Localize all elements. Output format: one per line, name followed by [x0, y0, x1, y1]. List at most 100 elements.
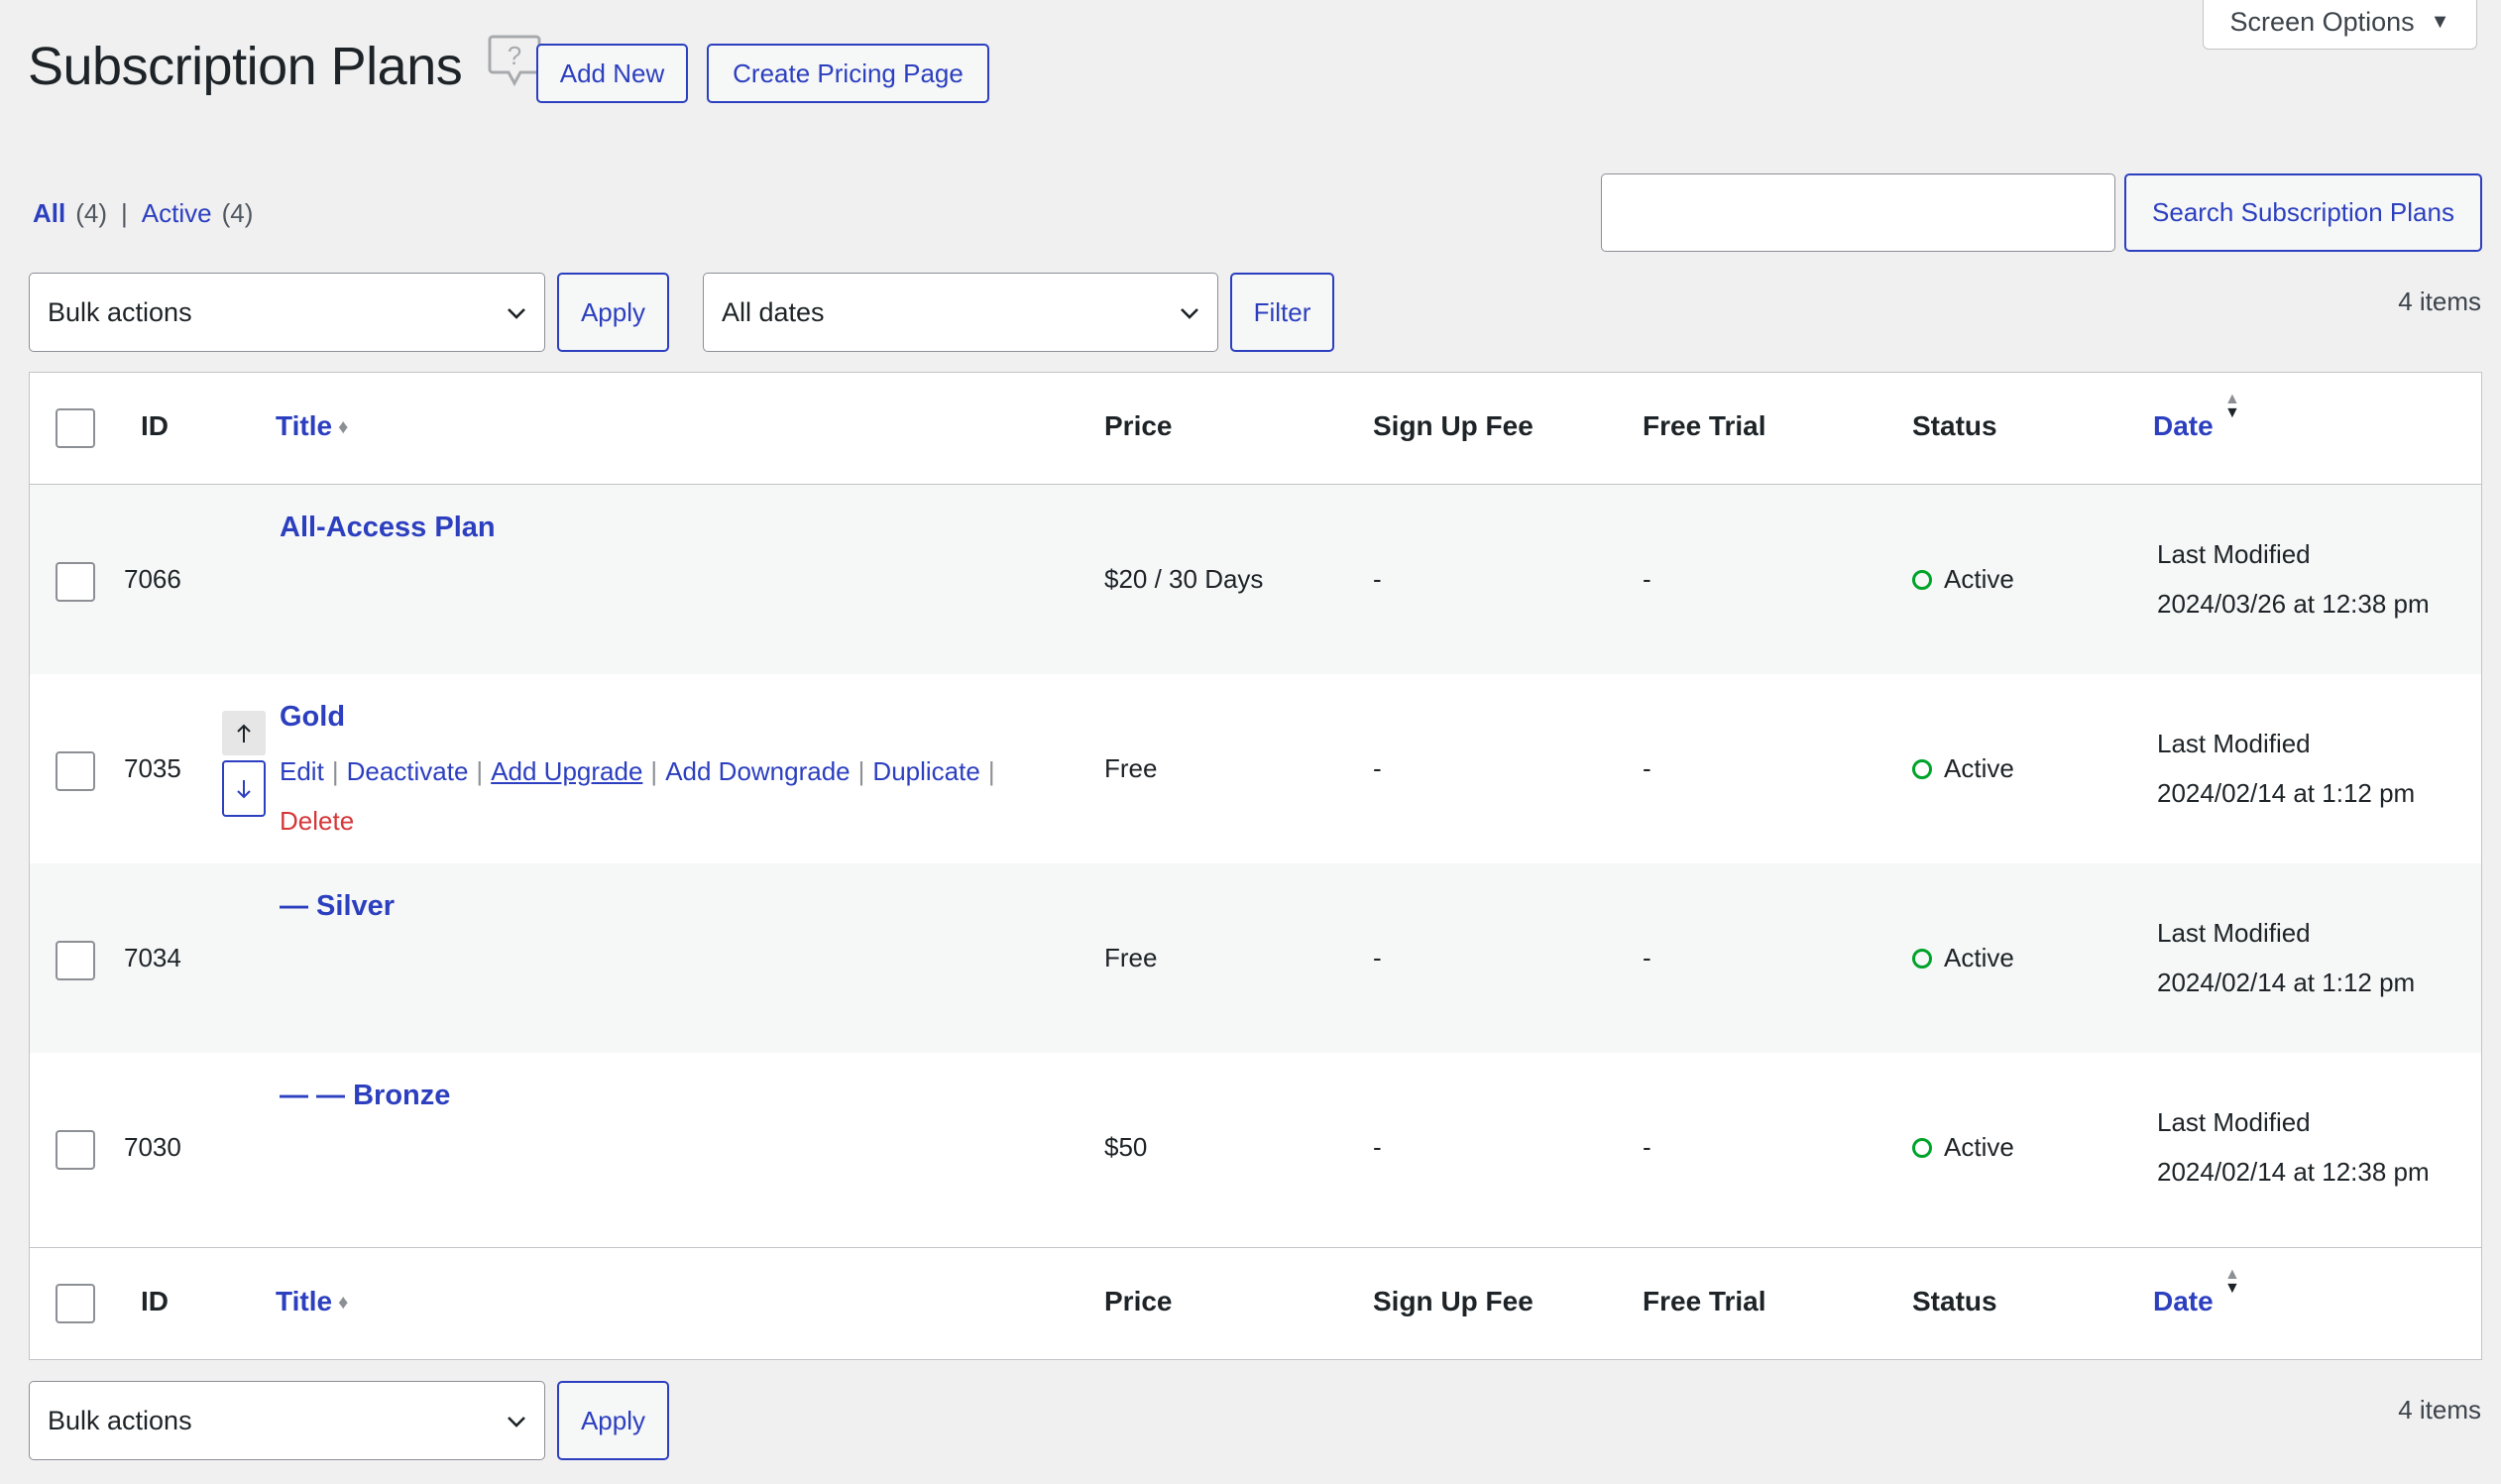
chevron-down-icon [508, 308, 525, 319]
arrow-down-icon [237, 779, 251, 798]
sort-desc-icon: ▲ ▼ [2224, 391, 2240, 421]
bulk-actions-select-bottom[interactable]: Bulk actions [29, 1381, 545, 1460]
column-date-label: Date [2153, 410, 2214, 441]
move-up-button[interactable] [222, 711, 266, 755]
caret-down-icon: ▼ [2430, 11, 2450, 33]
search-input[interactable] [1601, 173, 2115, 252]
plan-price: Free [1104, 753, 1158, 783]
plan-price: $50 [1104, 1132, 1148, 1162]
column-title-sort[interactable]: Title ♦ [276, 1286, 348, 1317]
subscription-plans-table: ID Title ♦ Price Sign Up Fee Free Trial S… [29, 372, 2482, 1360]
svg-text:?: ? [508, 41, 521, 70]
create-pricing-page-button[interactable]: Create Pricing Page [707, 44, 989, 103]
duplicate-link[interactable]: Duplicate [872, 756, 979, 786]
plan-status: Active [1912, 564, 2014, 595]
add-upgrade-link[interactable]: Add Upgrade [491, 756, 642, 786]
plan-status: Active [1912, 1132, 2014, 1163]
plan-price: $20 / 30 Days [1104, 564, 1264, 594]
column-free-trial: Free Trial [1643, 410, 1766, 441]
column-sign-up-fee: Sign Up Fee [1373, 1286, 1534, 1316]
chevron-down-icon [1181, 308, 1198, 319]
action-separator: | [650, 756, 658, 786]
arrow-up-icon [237, 724, 251, 742]
column-id: ID [141, 1286, 169, 1316]
status-text: Active [1944, 943, 2014, 972]
add-downgrade-link[interactable]: Add Downgrade [665, 756, 850, 786]
view-separator: | [121, 198, 128, 228]
table-header: ID Title ♦ Price Sign Up Fee Free Trial S… [30, 373, 2481, 485]
column-date-sort[interactable]: Date [2153, 410, 2214, 442]
plan-sign-up-fee: - [1373, 753, 1382, 783]
row-actions: Edit | Deactivate | Add Upgrade | Add Downgrad… [280, 756, 1003, 787]
column-date-label: Date [2153, 1286, 2214, 1316]
column-price: Price [1104, 410, 1173, 441]
apply-button-top[interactable]: Apply [557, 273, 669, 352]
add-new-button[interactable]: Add New [536, 44, 688, 103]
edit-link[interactable]: Edit [280, 756, 324, 786]
page-header: Subscription Plans ? [28, 34, 541, 97]
status-circle-icon [1912, 758, 1932, 779]
search-subscription-plans-button[interactable]: Search Subscription Plans [2124, 173, 2482, 252]
screen-options-label: Screen Options [2229, 7, 2415, 37]
date-label: Last Modified [2157, 918, 2311, 948]
row-checkbox[interactable] [56, 941, 95, 980]
select-all-checkbox[interactable] [56, 408, 95, 448]
bulk-actions-value: Bulk actions [48, 296, 192, 327]
plan-id: 7034 [124, 943, 181, 972]
column-title-label: Title [276, 410, 333, 441]
select-all-checkbox-footer[interactable] [56, 1284, 95, 1323]
action-separator: | [987, 756, 995, 786]
plan-id: 7030 [124, 1132, 181, 1162]
row-checkbox[interactable] [56, 562, 95, 602]
column-title-sort[interactable]: Title ♦ [276, 410, 348, 442]
apply-button-bottom[interactable]: Apply [557, 1381, 669, 1460]
plan-free-trial: - [1643, 943, 1651, 972]
plan-id: 7066 [124, 564, 181, 594]
view-all-link[interactable]: All [33, 198, 65, 229]
column-id: ID [141, 410, 169, 441]
plan-sign-up-fee: - [1373, 943, 1382, 972]
move-down-button[interactable] [222, 760, 266, 817]
table-footer: ID Title ♦ Price Sign Up Fee Free Trial S… [30, 1247, 2481, 1360]
sort-desc-icon: ▲ ▼ [2224, 1266, 2240, 1297]
plan-title-link[interactable]: Gold [280, 701, 345, 734]
bulk-actions-select-top[interactable]: Bulk actions [29, 273, 545, 352]
help-icon[interactable]: ? [488, 34, 541, 89]
plan-title-link[interactable]: All-Access Plan [280, 512, 496, 544]
delete-link[interactable]: Delete [280, 806, 354, 837]
bulk-actions-value: Bulk actions [48, 1405, 192, 1435]
dates-filter-select[interactable]: All dates [703, 273, 1218, 352]
date-value: 2024/02/14 at 12:38 pm [2157, 1157, 2430, 1187]
view-active-link[interactable]: Active [142, 198, 212, 229]
date-label: Last Modified [2157, 729, 2311, 758]
table-row: 7034 — Silver Free - - Active Last Modif… [30, 863, 2481, 1053]
sort-icon: ♦ [338, 1292, 349, 1313]
action-separator: | [476, 756, 484, 786]
table-row: 7030 — — Bronze $50 - - Active Last Modi… [30, 1053, 2481, 1246]
filter-button[interactable]: Filter [1230, 273, 1334, 352]
view-all-count: (4) [75, 198, 108, 228]
plan-title-link[interactable]: — Silver [280, 890, 395, 923]
plan-free-trial: - [1643, 753, 1651, 783]
row-checkbox[interactable] [56, 751, 95, 791]
plan-status: Active [1912, 753, 2014, 784]
plan-free-trial: - [1643, 564, 1651, 594]
status-text: Active [1944, 564, 2014, 594]
items-count-top: 4 items [2398, 286, 2481, 316]
status-circle-icon [1912, 948, 1932, 969]
column-date-sort[interactable]: Date [2153, 1286, 2214, 1317]
plan-title-link[interactable]: — — Bronze [280, 1080, 450, 1112]
plan-status: Active [1912, 943, 2014, 973]
screen-options-toggle[interactable]: Screen Options ▼ [2203, 0, 2477, 50]
date-label: Last Modified [2157, 1107, 2311, 1137]
table-row: 7035 Gold Edit | Deactivate | Add Upgrade | Ad… [30, 674, 2481, 863]
table-row: 7066 All-Access Plan $20 / 30 Days - - A… [30, 485, 2481, 674]
date-value: 2024/02/14 at 1:12 pm [2157, 778, 2416, 808]
row-checkbox[interactable] [56, 1130, 95, 1170]
deactivate-link[interactable]: Deactivate [347, 756, 469, 786]
column-free-trial: Free Trial [1643, 1286, 1766, 1316]
dates-value: All dates [722, 296, 825, 327]
action-separator: | [857, 756, 865, 786]
status-views: All (4) | Active (4) [33, 198, 253, 229]
plan-sign-up-fee: - [1373, 1132, 1382, 1162]
